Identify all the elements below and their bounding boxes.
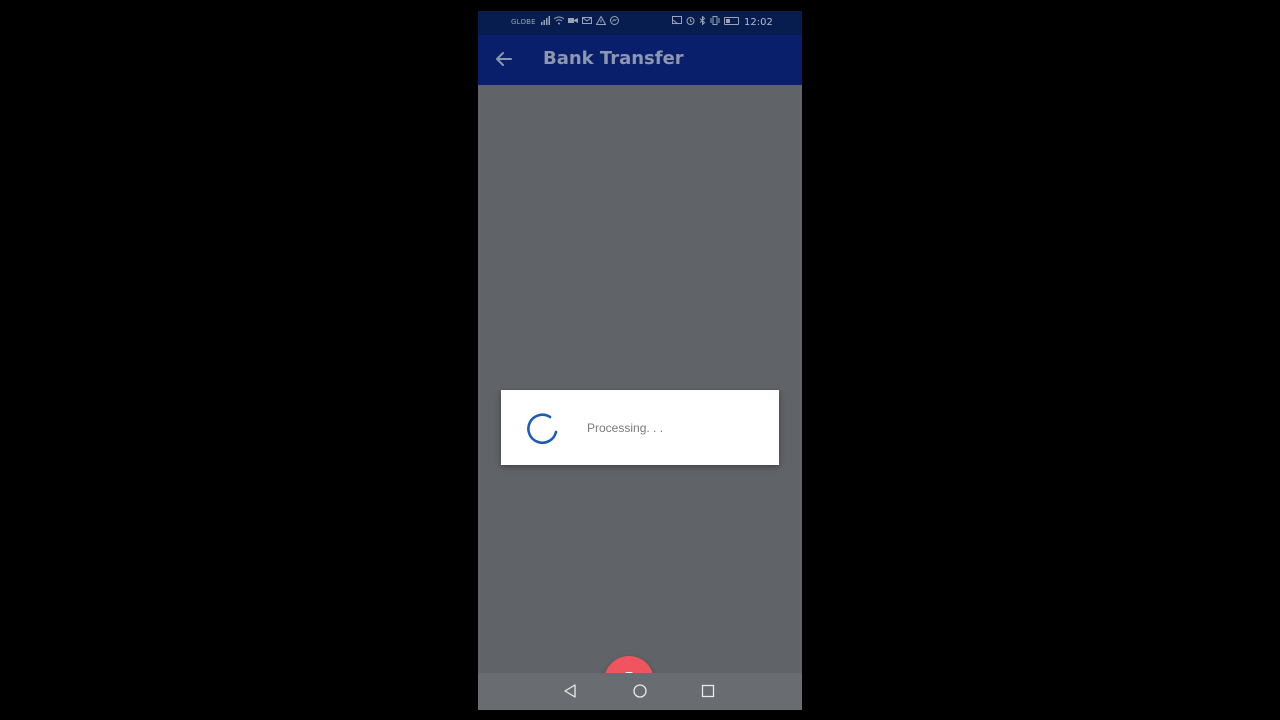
status-left-icons xyxy=(541,16,619,25)
carrier-label: GLOBE xyxy=(511,18,536,26)
battery-icon xyxy=(724,16,739,25)
phone-screen: GLOBE 12:02 Bank Transfer Processing. . … xyxy=(478,11,802,710)
processing-dialog: Processing. . . xyxy=(501,390,779,465)
nav-home-icon[interactable] xyxy=(632,683,648,699)
app-bar: Bank Transfer xyxy=(478,35,802,85)
nav-recents-icon[interactable] xyxy=(701,683,715,699)
page-title: Bank Transfer xyxy=(543,48,684,69)
status-right-icons xyxy=(672,16,739,25)
status-time: 12:02 xyxy=(744,17,773,28)
bluetooth-icon xyxy=(699,16,706,25)
arrow-back-icon[interactable] xyxy=(492,47,516,71)
wifi-icon xyxy=(554,16,564,25)
processing-message: Processing. . . xyxy=(587,421,664,435)
loading-spinner-icon xyxy=(527,413,558,445)
system-nav-bar xyxy=(478,673,802,710)
warning-icon xyxy=(596,16,606,25)
content-overlay: Processing. . . xyxy=(478,85,802,706)
video-icon xyxy=(568,18,578,23)
status-bar: GLOBE 12:02 xyxy=(478,11,802,35)
messenger-icon xyxy=(610,16,619,25)
cast-icon xyxy=(672,16,682,25)
nav-back-icon[interactable] xyxy=(563,683,577,699)
alarm-icon xyxy=(686,17,695,25)
vibrate-icon xyxy=(710,16,720,25)
signal-icon xyxy=(541,16,550,25)
mail-icon xyxy=(582,17,592,24)
